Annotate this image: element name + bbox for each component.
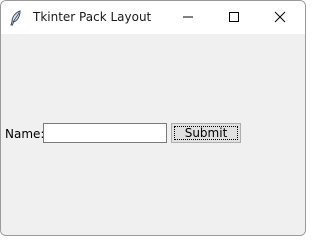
maximize-icon (228, 8, 240, 27)
maximize-button[interactable] (211, 1, 257, 34)
window-title: Tkinter Pack Layout (33, 10, 152, 24)
minimize-icon (182, 8, 194, 27)
name-input[interactable] (43, 123, 167, 143)
submit-button-label: Submit (184, 126, 228, 140)
name-label: Name: (5, 127, 45, 141)
close-button[interactable] (257, 1, 303, 34)
app-window: Tkinter Pack Layout Name: Submit (0, 0, 306, 236)
submit-button[interactable]: Submit (171, 123, 241, 143)
client-area: Name: Submit (1, 34, 305, 235)
title-bar[interactable]: Tkinter Pack Layout (1, 1, 305, 34)
feather-icon (9, 10, 23, 26)
close-icon (274, 8, 286, 27)
minimize-button[interactable] (165, 1, 211, 34)
